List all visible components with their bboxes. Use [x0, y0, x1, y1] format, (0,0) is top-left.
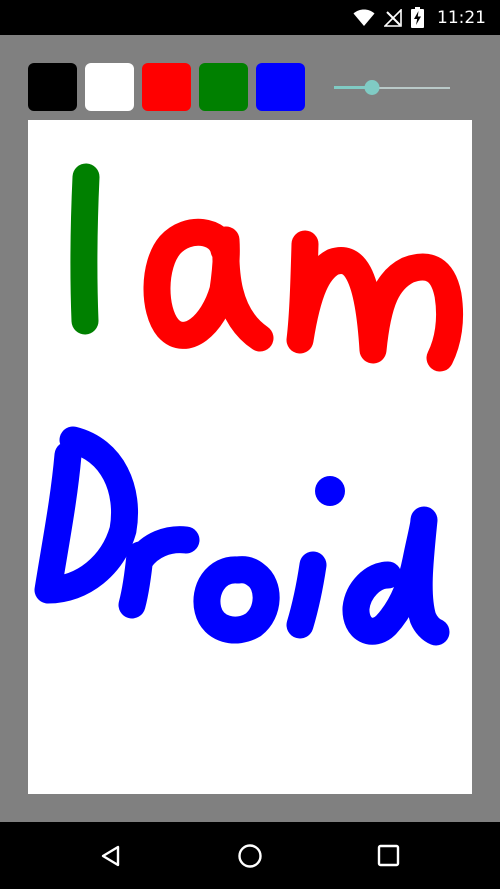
stroke-letter-I [70, 163, 100, 335]
stroke-letter-o [193, 556, 280, 644]
drawing-app [0, 35, 500, 822]
back-icon[interactable] [96, 840, 128, 872]
drawing-canvas[interactable] [28, 120, 472, 794]
battery-charging-icon [411, 7, 424, 28]
color-swatch-green[interactable] [199, 63, 248, 111]
stroke-letter-d [342, 506, 450, 646]
no-signal-icon [384, 8, 402, 27]
color-swatch-black[interactable] [28, 63, 77, 111]
navigation-bar [0, 822, 500, 889]
stroke-letter-D [34, 426, 139, 604]
brush-size-slider[interactable] [334, 76, 452, 100]
status-clock: 11:21 [437, 7, 486, 28]
home-icon[interactable] [234, 840, 266, 872]
stroke-dot-i [315, 476, 345, 506]
wifi-icon [353, 9, 375, 26]
stroke-letter-a [143, 218, 274, 352]
stroke-letter-r [118, 526, 200, 619]
color-swatch-red[interactable] [142, 63, 191, 111]
stroke-letter-m [286, 230, 464, 372]
color-swatch-blue[interactable] [256, 63, 305, 111]
status-bar: 11:21 [0, 0, 500, 35]
stroke-letter-i [286, 551, 327, 639]
slider-thumb[interactable] [364, 80, 380, 95]
drawing-strokes [34, 163, 464, 646]
recents-icon[interactable] [373, 840, 405, 872]
color-swatch-white[interactable] [85, 63, 134, 111]
